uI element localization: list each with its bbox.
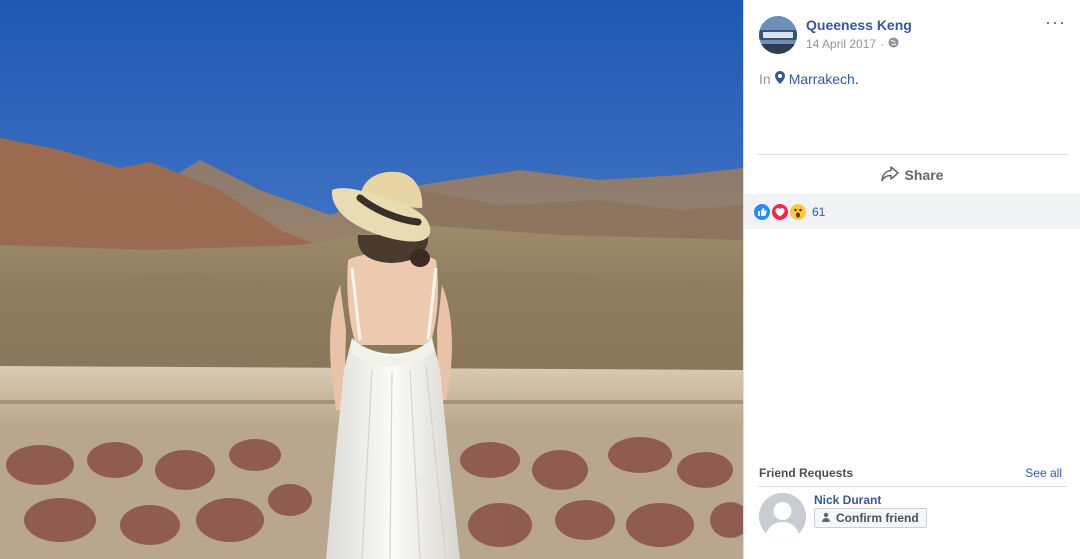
- wow-icon: [790, 203, 806, 220]
- reactions-bar[interactable]: 61: [744, 194, 1080, 229]
- globe-icon[interactable]: [888, 37, 899, 51]
- share-label: Share: [904, 167, 944, 183]
- reaction-count[interactable]: 61: [812, 205, 825, 219]
- share-button[interactable]: Share: [744, 163, 1080, 187]
- see-all-link[interactable]: See all: [1025, 466, 1062, 480]
- post-date[interactable]: 14 April 2017: [806, 37, 876, 51]
- location-suffix: .: [854, 71, 859, 87]
- post-meta: 14 April 2017 ·: [806, 37, 899, 51]
- location-prefix: In: [759, 71, 771, 87]
- author-avatar[interactable]: [759, 16, 797, 54]
- more-options-button[interactable]: ···: [1045, 12, 1066, 33]
- divider: [758, 154, 1068, 155]
- like-icon: [754, 203, 770, 220]
- confirm-friend-label: Confirm friend: [836, 511, 919, 525]
- post-photo[interactable]: [0, 0, 743, 559]
- map-pin-icon: [774, 71, 785, 87]
- meta-separator: ·: [880, 37, 885, 51]
- location-link[interactable]: Marrakech: [789, 71, 855, 87]
- confirm-friend-button[interactable]: Confirm friend: [814, 508, 927, 528]
- add-friend-icon: [822, 511, 832, 525]
- divider: [758, 486, 1068, 487]
- post-side-panel: Queeness Keng 14 April 2017 · ··· In Mar…: [743, 0, 1080, 559]
- love-icon: [772, 203, 788, 220]
- share-icon: [880, 165, 899, 185]
- friend-requests-title: Friend Requests: [759, 466, 854, 480]
- post-location: In Marrakech.: [759, 71, 859, 87]
- photo-scene: [0, 0, 743, 559]
- friend-avatar[interactable]: [759, 493, 806, 540]
- friend-name[interactable]: Nick Durant: [814, 493, 881, 507]
- author-name[interactable]: Queeness Keng: [806, 17, 912, 33]
